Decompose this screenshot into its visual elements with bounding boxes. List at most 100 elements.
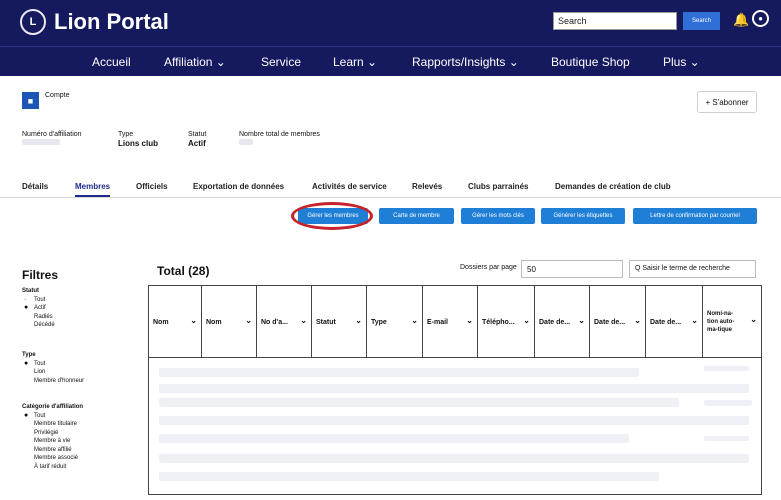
table-row[interactable]	[159, 368, 639, 377]
chevron-down-icon[interactable]: ⌄	[466, 316, 473, 325]
nav-accueil[interactable]: Accueil	[92, 55, 131, 69]
tab-clubs-parraines[interactable]: Clubs parrainés	[468, 182, 528, 191]
table-header-row: Nom ⌄ Nom ⌄ No d'a... ⌄ Statut ⌄ Type ⌄ E-mai…	[149, 286, 761, 358]
per-page-label: Dossiers par page	[460, 264, 517, 271]
column-header[interactable]: Nomi-na-tion auto-ma-tique ⌄	[703, 286, 761, 358]
table-row[interactable]	[704, 436, 749, 441]
filter-option[interactable]: Privilégié	[22, 429, 83, 438]
nav-plus[interactable]: Plus ⌄	[663, 55, 700, 69]
filter-option[interactable]: Membre à vie	[22, 437, 83, 446]
table-row[interactable]	[159, 398, 679, 407]
column-header[interactable]: Type ⌄	[367, 286, 423, 358]
top-header: L Lion Portal Search Search 🔔 ●	[0, 0, 781, 46]
member-card-button[interactable]: Carte de membre	[379, 208, 454, 224]
table-search-input[interactable]: Q Saisir le terme de recherche	[629, 260, 756, 278]
redacted-value	[239, 139, 253, 145]
radio-selected-icon: ●	[24, 304, 29, 311]
manage-keywords-button[interactable]: Gérer les mots clés	[461, 208, 535, 224]
members-table: Nom ⌄ Nom ⌄ No d'a... ⌄ Statut ⌄ Type ⌄ E-mai…	[148, 285, 762, 495]
chevron-down-icon[interactable]: ⌄	[634, 316, 641, 325]
filter-option[interactable]: Membre affilié	[22, 446, 83, 455]
table-row[interactable]	[159, 434, 629, 443]
nav-rapports[interactable]: Rapports/Insights ⌄	[412, 55, 519, 69]
portal-title[interactable]: Lion Portal	[54, 9, 169, 35]
field-value: Lions club	[118, 139, 158, 148]
tab-membres[interactable]: Membres	[75, 182, 111, 197]
chevron-down-icon[interactable]: ⌄	[355, 316, 362, 325]
tab-demandes-creation[interactable]: Demandes de création de club	[555, 182, 671, 191]
chevron-down-icon[interactable]: ⌄	[750, 316, 757, 324]
chevron-down-icon[interactable]: ⌄	[411, 316, 418, 325]
tab-exportation[interactable]: Exportation de données	[193, 182, 284, 191]
record-type-label: Compte	[45, 92, 70, 99]
chevron-down-icon[interactable]: ⌄	[190, 316, 197, 325]
radio-icon: ·	[24, 295, 27, 303]
tabs-divider	[0, 197, 781, 198]
main-nav: Accueil Affiliation ⌄ Service Learn ⌄ Ra…	[0, 46, 781, 76]
per-page-input[interactable]: 50	[521, 260, 623, 278]
bell-icon[interactable]: 🔔	[733, 12, 749, 28]
filter-option[interactable]: Radiés	[22, 313, 55, 322]
table-row[interactable]	[159, 384, 749, 393]
column-header[interactable]: Télépho... ⌄	[478, 286, 535, 358]
table-row[interactable]	[159, 454, 749, 463]
column-header[interactable]: Nom ⌄	[149, 286, 202, 358]
filter-group-statut: Statut · Tout ● Actif Radiés Décédé	[22, 287, 55, 330]
filter-option[interactable]: ● Tout	[22, 412, 83, 421]
filter-heading: Statut	[22, 288, 39, 294]
filters-title: Filtres	[22, 268, 59, 282]
generate-labels-button[interactable]: Générer les étiquettes	[541, 208, 625, 224]
filter-group-type: Type ● Tout Lion Membre d'honneur	[22, 351, 84, 385]
column-header[interactable]: No d'a... ⌄	[257, 286, 312, 358]
filter-option[interactable]: · Tout	[22, 296, 55, 305]
tab-activites[interactable]: Activités de service	[312, 182, 387, 191]
filter-option[interactable]: À tarif réduit	[22, 463, 83, 472]
field-total-membres: Nombre total de membres	[239, 130, 320, 148]
table-row[interactable]	[704, 366, 749, 371]
nav-service[interactable]: Service	[261, 55, 301, 69]
global-search-input[interactable]: Search	[553, 12, 677, 30]
nav-boutique[interactable]: Boutique Shop	[551, 55, 630, 69]
follow-button[interactable]: + S'abonner	[697, 91, 757, 113]
lions-logo-icon[interactable]: L	[20, 9, 46, 35]
filter-option[interactable]: Membre titulaire	[22, 420, 83, 429]
tab-officiels[interactable]: Officiels	[136, 182, 168, 191]
user-icon[interactable]: ●	[752, 10, 769, 27]
field-label: Nombre total de membres	[239, 131, 320, 138]
filter-heading: Catégorie d'affiliation	[22, 404, 84, 410]
field-label: Type	[118, 131, 134, 138]
chevron-down-icon[interactable]: ⌄	[691, 316, 698, 325]
filter-option[interactable]: Décédé	[22, 321, 55, 330]
column-header[interactable]: Date de... ⌄	[590, 286, 646, 358]
table-row[interactable]	[704, 400, 752, 406]
table-row[interactable]	[159, 416, 749, 425]
column-header[interactable]: Statut ⌄	[312, 286, 367, 358]
nav-learn[interactable]: Learn ⌄	[333, 55, 377, 69]
email-confirmation-button[interactable]: Lettre de confirmation par courriel	[633, 208, 757, 224]
redacted-value	[22, 139, 60, 145]
radio-selected-icon: ●	[24, 359, 29, 367]
filter-option[interactable]: Membre d'honneur	[22, 377, 84, 386]
radio-selected-icon: ●	[24, 411, 29, 419]
highlight-annotation	[291, 202, 373, 230]
field-label: Statut	[188, 131, 207, 138]
filter-option[interactable]: Lion	[22, 368, 84, 377]
account-icon: ■	[22, 92, 39, 109]
chevron-down-icon[interactable]: ⌄	[300, 316, 307, 325]
global-search-button[interactable]: Search	[683, 12, 720, 30]
table-row[interactable]	[159, 472, 659, 481]
tab-details[interactable]: Détails	[22, 182, 48, 191]
column-header[interactable]: Date de... ⌄	[646, 286, 703, 358]
chevron-down-icon[interactable]: ⌄	[578, 316, 585, 325]
filter-option[interactable]: ● Actif	[22, 304, 55, 313]
tab-releves[interactable]: Relevés	[412, 182, 442, 191]
chevron-down-icon[interactable]: ⌄	[245, 316, 252, 325]
filter-option[interactable]: ● Tout	[22, 360, 84, 369]
column-header[interactable]: Nom ⌄	[202, 286, 257, 358]
filter-option[interactable]: Membre associé	[22, 454, 83, 463]
chevron-down-icon[interactable]: ⌄	[523, 316, 530, 325]
column-header[interactable]: E-mail ⌄	[423, 286, 478, 358]
nav-affiliation[interactable]: Affiliation ⌄	[164, 55, 226, 69]
filter-heading: Type	[22, 352, 36, 358]
column-header[interactable]: Date de... ⌄	[535, 286, 590, 358]
